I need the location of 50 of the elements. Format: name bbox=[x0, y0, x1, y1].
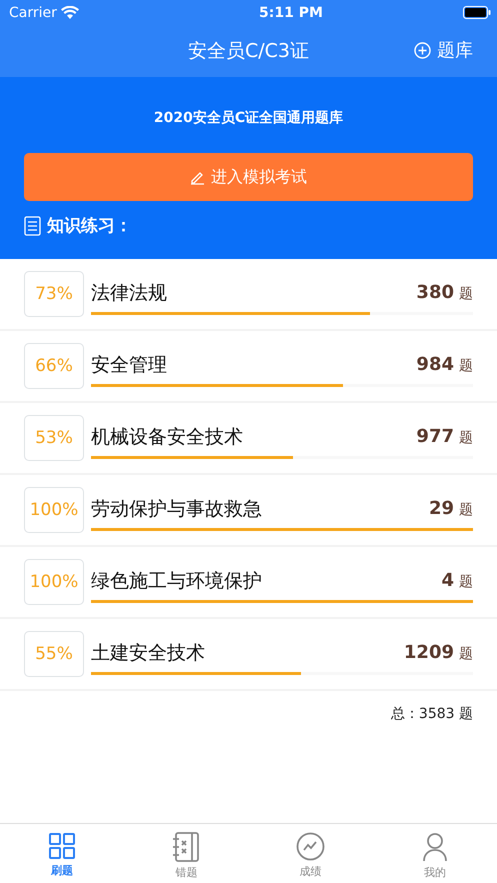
category-name: 土建安全技术 bbox=[91, 640, 205, 666]
pencil-icon bbox=[190, 170, 205, 184]
notebook-icon bbox=[172, 832, 200, 862]
question-bank-button[interactable]: 题库 bbox=[414, 38, 473, 62]
percent-badge: 53% bbox=[24, 415, 84, 461]
chart-circle-icon bbox=[296, 832, 326, 861]
question-count: 977 bbox=[416, 426, 454, 447]
question-count: 4 bbox=[441, 570, 454, 591]
document-icon bbox=[24, 216, 41, 236]
category-name: 法律法规 bbox=[91, 280, 167, 306]
add-circle-icon bbox=[414, 42, 431, 58]
question-unit: 题 bbox=[459, 645, 473, 663]
question-unit: 题 bbox=[459, 429, 473, 447]
question-unit: 题 bbox=[459, 357, 473, 375]
percent-badge: 55% bbox=[24, 631, 84, 677]
percent-badge: 100% bbox=[24, 487, 84, 533]
category-name: 机械设备安全技术 bbox=[91, 424, 243, 450]
grid-icon bbox=[48, 832, 76, 860]
category-row[interactable]: 100% 劳动保护与事故救急 29 题 bbox=[0, 475, 497, 547]
percent-badge: 100% bbox=[24, 559, 84, 605]
bank-subtitle: 2020安全员C证全国通用题库 bbox=[152, 109, 344, 127]
carrier-label: Carrier bbox=[9, 4, 57, 20]
question-unit: 题 bbox=[459, 573, 473, 591]
clock-time: 5:11 PM bbox=[259, 4, 323, 20]
person-icon bbox=[422, 832, 448, 862]
question-count: 380 bbox=[416, 282, 454, 303]
nav-title: 安全员C/C3证 bbox=[188, 39, 310, 64]
section-title: 知识练习： bbox=[47, 215, 132, 237]
category-row[interactable]: 73% 法律法规 380 题 bbox=[0, 259, 497, 331]
tab-bar-item[interactable]: 成绩 bbox=[248, 824, 373, 883]
question-unit: 题 bbox=[459, 285, 473, 303]
question-unit: 题 bbox=[459, 501, 473, 519]
wifi-icon bbox=[60, 6, 79, 19]
tab-bar-item[interactable]: 我的 bbox=[372, 824, 497, 883]
category-row[interactable]: 100% 绿色施工与环境保护 4 题 bbox=[0, 547, 497, 619]
category-name: 劳动保护与事故救急 bbox=[91, 496, 262, 522]
percent-badge: 66% bbox=[24, 343, 84, 389]
category-row[interactable]: 55% 土建安全技术 1209 题 bbox=[0, 619, 497, 691]
tab-bar-item[interactable]: 刷题 bbox=[0, 824, 124, 883]
category-row[interactable]: 66% 安全管理 984 题 bbox=[0, 331, 497, 403]
category-name: 绿色施工与环境保护 bbox=[91, 568, 262, 594]
question-count: 984 bbox=[416, 354, 454, 375]
category-name: 安全管理 bbox=[91, 352, 167, 378]
tab-bar-item[interactable]: 错题 bbox=[124, 824, 248, 883]
question-count: 29 bbox=[428, 498, 454, 519]
battery-icon bbox=[463, 6, 491, 19]
percent-badge: 73% bbox=[24, 271, 84, 317]
category-row[interactable]: 53% 机械设备安全技术 977 题 bbox=[0, 403, 497, 475]
total-count: 总：3583 题 bbox=[390, 705, 473, 723]
question-count: 1209 bbox=[404, 642, 454, 663]
